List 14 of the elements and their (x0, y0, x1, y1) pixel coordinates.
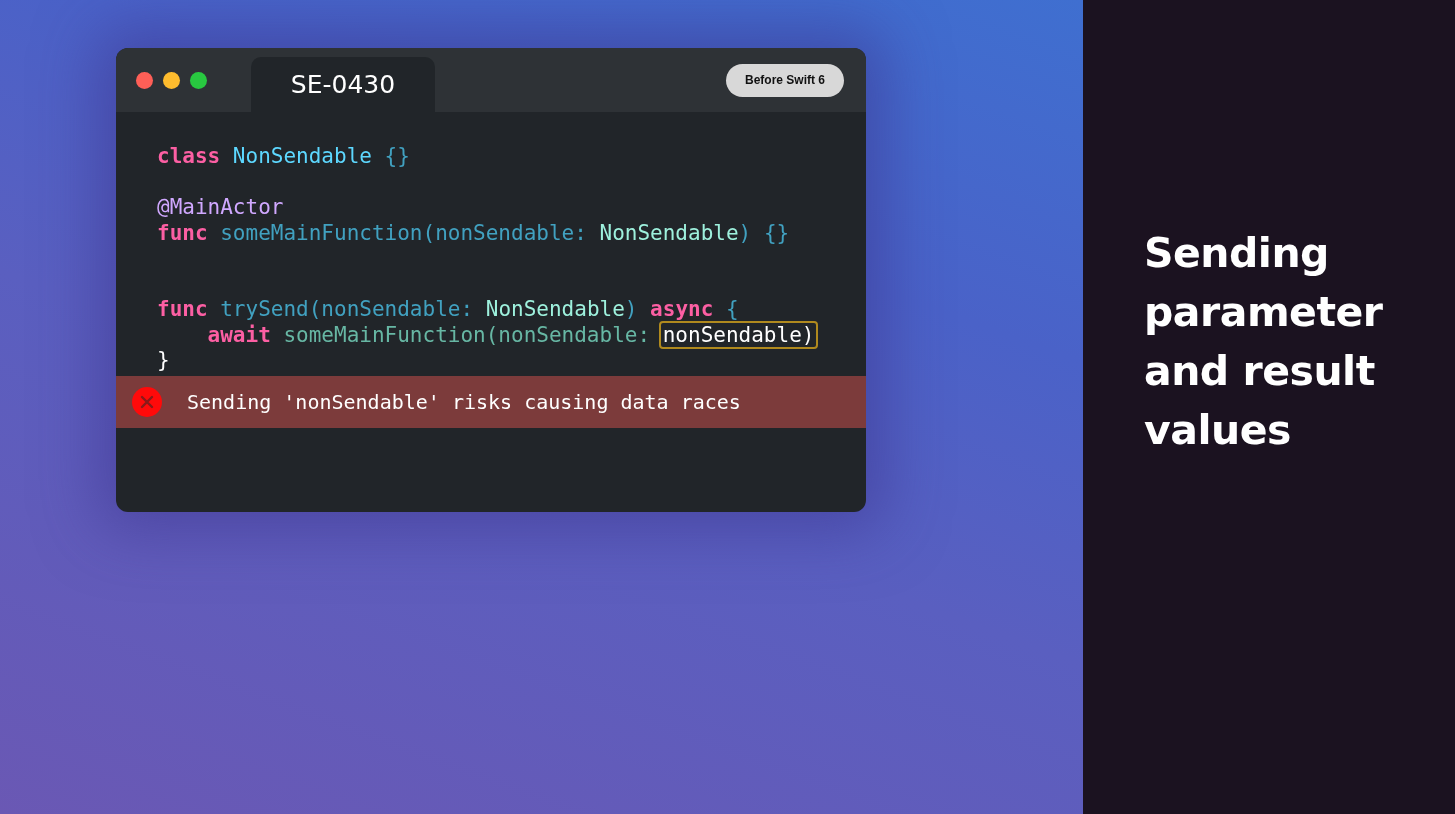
code-line: @MainActor (157, 195, 284, 221)
minimize-button[interactable] (163, 71, 180, 89)
code-line: func someMainFunction(nonSendable: NonSendable) {} (157, 220, 790, 246)
slide-title: Sending parameter and result values (1144, 228, 1384, 456)
version-badge: Before Swift 6 (726, 63, 844, 97)
error-message: Sending 'nonSendable' risks causing data races (187, 390, 741, 414)
code-line: } (157, 348, 170, 374)
zoom-button[interactable] (190, 71, 207, 89)
code-line: class NonSendable {} (157, 144, 410, 170)
close-button[interactable] (136, 71, 153, 89)
code-line: await someMainFunction(nonSendable: nonSendable) (157, 322, 819, 348)
code-line: func trySend(nonSendable: NonSendable) async { (157, 297, 739, 323)
error-icon (132, 387, 162, 417)
tab[interactable]: SE-0430 (251, 57, 435, 112)
